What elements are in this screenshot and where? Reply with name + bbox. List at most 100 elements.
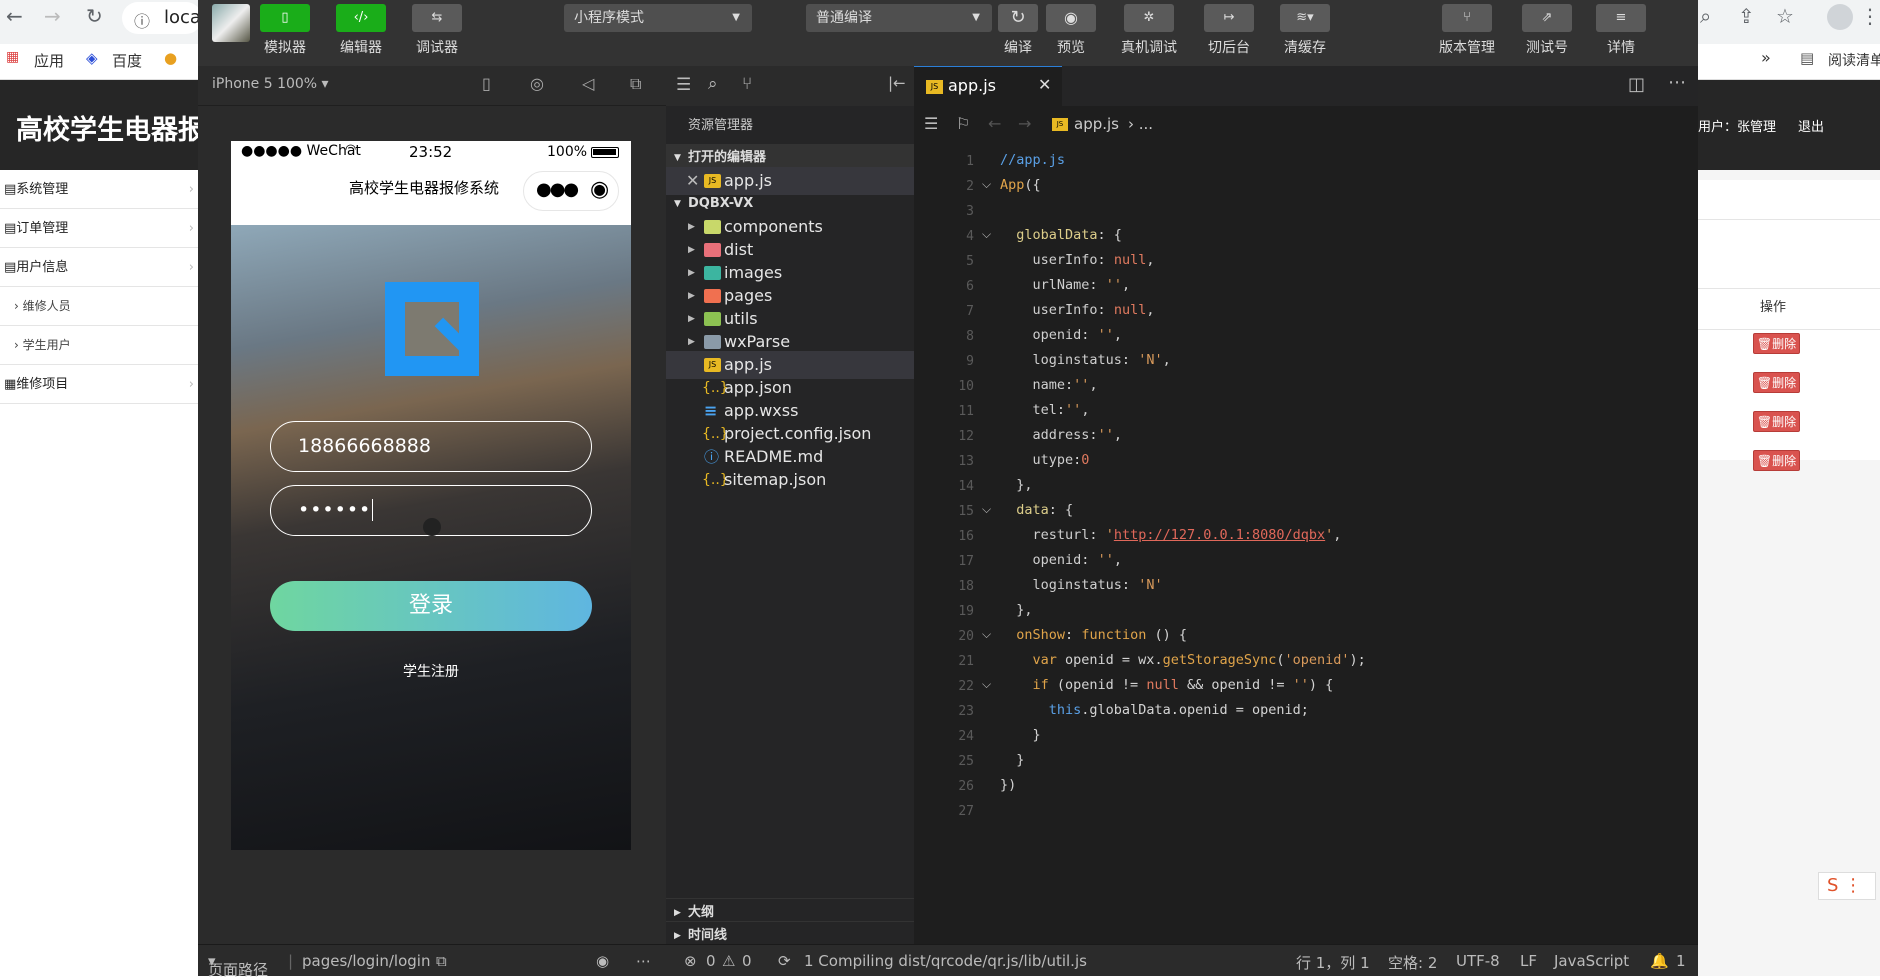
- avatar[interactable]: [212, 4, 250, 42]
- menu-icon[interactable]: ⋮: [1860, 6, 1880, 26]
- file-sitemap[interactable]: {..} sitemap.json: [666, 466, 914, 494]
- sidebar-item-users[interactable]: ▤用户信息 ›: [0, 248, 198, 287]
- sidebar-item-repairmen[interactable]: › 维修人员: [0, 287, 198, 326]
- admin-content: 操作: [1698, 170, 1880, 976]
- collapse-icon[interactable]: |←: [888, 74, 906, 92]
- real-debug-label: 真机调试: [1121, 40, 1177, 56]
- back-icon[interactable]: ←: [6, 6, 23, 26]
- share-icon[interactable]: ⇪: [1738, 6, 1755, 26]
- close-capsule-icon[interactable]: ◉: [590, 177, 609, 202]
- phone-icon[interactable]: ▯: [482, 74, 491, 93]
- breadcrumb-more[interactable]: › ...: [1128, 115, 1153, 133]
- compile-select[interactable]: 普通编译 ▼: [806, 4, 992, 32]
- volume-icon[interactable]: ◁: [582, 74, 594, 93]
- details-label: 详情: [1607, 40, 1635, 56]
- input-method-icon[interactable]: S ⋮: [1818, 872, 1876, 900]
- simulator-toggle[interactable]: ▯: [260, 4, 310, 32]
- editor-tabbar: JS app.js ✕ ◫ ⋯: [914, 66, 1698, 106]
- delete-button[interactable]: 🗑删除: [1753, 450, 1800, 471]
- delete-button[interactable]: 🗑删除: [1753, 333, 1800, 354]
- more-icon[interactable]: ⋯: [636, 952, 651, 970]
- reload-icon[interactable]: ↻: [86, 6, 103, 26]
- debugger-toggle[interactable]: ⇆: [412, 4, 462, 32]
- spinner-icon: ⟳: [778, 952, 791, 970]
- switch-icon: ↦: [1223, 10, 1235, 25]
- breadcrumb-file[interactable]: app.js: [1074, 115, 1119, 133]
- preview-button[interactable]: ◉: [1046, 4, 1096, 32]
- branch-icon[interactable]: ⑂: [742, 74, 752, 94]
- phone-input[interactable]: 18866668888: [270, 421, 592, 472]
- eye-icon[interactable]: ◉: [596, 952, 609, 970]
- phone-screen: ●●●●● WeChat ◠ 23:52 100% 高校学生电器报修系统 ●●●…: [231, 141, 631, 850]
- version-label: 版本管理: [1439, 40, 1495, 56]
- carrier: ●●●●● WeChat: [241, 143, 361, 159]
- star-icon[interactable]: ☆: [1776, 6, 1794, 26]
- version-button[interactable]: ⑂: [1442, 4, 1492, 32]
- sidebar-item-system[interactable]: ▤系统管理 ›: [0, 170, 198, 209]
- more-icon[interactable]: ⋯: [1668, 72, 1686, 93]
- cursor-position[interactable]: 行 1，列 1: [1296, 952, 1370, 973]
- forward-icon[interactable]: →: [44, 6, 61, 26]
- split-editor-icon[interactable]: ◫: [1628, 74, 1645, 95]
- delete-button[interactable]: 🗑删除: [1753, 372, 1800, 393]
- warning-count[interactable]: 0: [742, 952, 752, 970]
- test-account-button[interactable]: ⇗: [1522, 4, 1572, 32]
- login-button[interactable]: 登录: [270, 581, 592, 631]
- bookmark-icon[interactable]: ●: [164, 49, 177, 67]
- list-icon[interactable]: ☰: [924, 114, 938, 133]
- bookmark-baidu[interactable]: 百度: [112, 50, 142, 71]
- more-bookmarks[interactable]: »: [1761, 48, 1771, 67]
- editor-toggle[interactable]: ‹/›: [336, 4, 386, 32]
- nav-forward-icon[interactable]: →: [1018, 114, 1031, 133]
- ide-toolbar: ▯ 模拟器 ‹/› 编辑器 ⇆ 调试器 小程序模式 ▼ 普通编译 ▼ ↻ 编译 ◉ …: [198, 0, 1698, 66]
- bookmark-apps[interactable]: 应用: [34, 50, 64, 71]
- list-icon: ▤: [4, 260, 17, 275]
- editor-label: 编辑器: [340, 40, 382, 56]
- list-icon: ▤: [4, 182, 17, 197]
- status-time: 23:52: [409, 143, 453, 161]
- language-mode[interactable]: JavaScript: [1554, 952, 1629, 970]
- background-button[interactable]: ↦: [1204, 4, 1254, 32]
- encoding[interactable]: UTF-8: [1456, 952, 1500, 970]
- delete-button[interactable]: 🗑删除: [1753, 411, 1800, 432]
- test-account-label: 测试号: [1526, 40, 1568, 56]
- notification-count: 1: [1676, 952, 1686, 970]
- address-bar[interactable]: ⓘ loca: [122, 2, 202, 34]
- record-icon[interactable]: ◎: [530, 74, 544, 93]
- reading-list[interactable]: 阅读清单: [1828, 50, 1880, 70]
- register-link[interactable]: 学生注册: [231, 661, 631, 681]
- nav-back-icon[interactable]: ←: [988, 114, 1001, 133]
- real-debug-button[interactable]: ✲: [1124, 4, 1174, 32]
- page-path-select[interactable]: 页面路径 ▾: [208, 952, 268, 979]
- js-file-icon: JS: [1052, 118, 1068, 131]
- apps-icon[interactable]: ▦: [6, 49, 19, 65]
- list-icon[interactable]: ☰: [676, 75, 691, 95]
- code-area[interactable]: 1//app.js 2 ⌵ App({ 3 4 ⌵ globalData: { 5 u…: [914, 144, 1698, 944]
- sidebar-item-repair-items[interactable]: ▦维修项目 ›: [0, 365, 198, 404]
- error-count[interactable]: 0: [706, 952, 716, 970]
- zoom-icon[interactable]: ⌕: [1700, 6, 1711, 26]
- popout-icon[interactable]: ⧉: [630, 74, 641, 94]
- search-icon[interactable]: ⌕: [708, 74, 718, 94]
- compile-button[interactable]: ↻: [998, 4, 1038, 32]
- sidebar-item-orders[interactable]: ▤订单管理 ›: [0, 209, 198, 248]
- indent-setting[interactable]: 空格: 2: [1388, 952, 1437, 973]
- close-icon[interactable]: ✕: [1038, 75, 1051, 94]
- warning-icon: ⚠: [722, 952, 736, 970]
- clear-cache-button[interactable]: ≋▾: [1280, 4, 1330, 32]
- sidebar-item-students[interactable]: › 学生用户: [0, 326, 198, 365]
- capsule-menu[interactable]: ●●● ◉: [523, 171, 619, 211]
- bookmark-icon[interactable]: ⚐: [956, 114, 970, 133]
- copy-icon[interactable]: ⧉: [436, 952, 447, 970]
- profile-avatar[interactable]: [1827, 4, 1853, 30]
- line-ending[interactable]: LF: [1520, 952, 1537, 970]
- tab-app-js[interactable]: JS app.js ✕: [914, 66, 1062, 106]
- login-background: 18866668888 •••••• 登录 学生注册: [231, 225, 631, 850]
- table-header-actions: 操作: [1760, 300, 1787, 315]
- bell-icon[interactable]: 🔔: [1650, 952, 1669, 970]
- more-icon[interactable]: ●●●: [536, 179, 579, 200]
- device-select[interactable]: iPhone 5 100% ▾: [212, 76, 329, 92]
- mode-select[interactable]: 小程序模式 ▼: [564, 4, 752, 32]
- logout-link[interactable]: 退出: [1798, 116, 1824, 135]
- details-button[interactable]: ≡: [1596, 4, 1646, 32]
